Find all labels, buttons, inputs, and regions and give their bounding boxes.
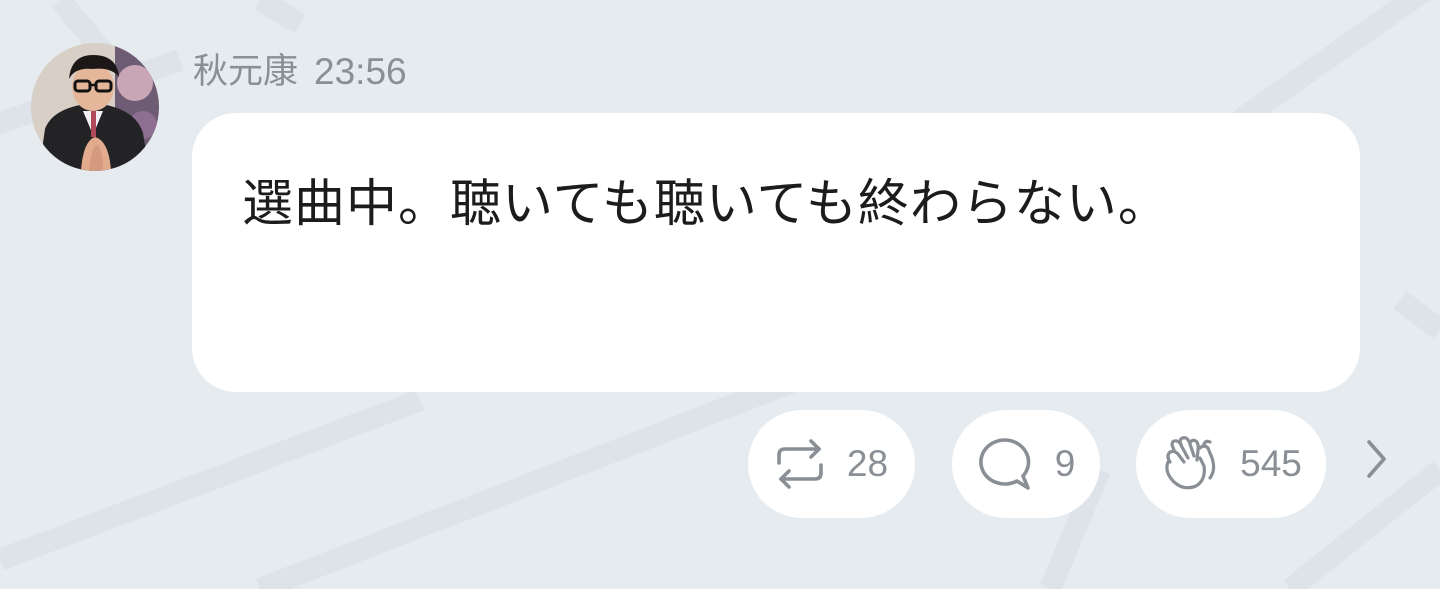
- author-name[interactable]: 秋元康: [193, 50, 298, 94]
- message-bubble: 選曲中。聴いても聴いても終わらない。: [192, 113, 1360, 392]
- comment-button[interactable]: 9: [952, 410, 1100, 518]
- repost-count: 28: [846, 443, 889, 484]
- clap-button[interactable]: 545: [1136, 410, 1326, 518]
- message-text: 選曲中。聴いても聴いても終わらない。: [242, 175, 1170, 234]
- chevron-right-icon: [1363, 438, 1389, 484]
- comment-icon: [977, 436, 1033, 492]
- comment-count: 9: [1054, 443, 1076, 484]
- post-time: 23:56: [314, 51, 407, 92]
- repost-button[interactable]: 28: [748, 410, 915, 518]
- post-meta: 秋元康 23:56: [193, 50, 407, 94]
- repost-icon: [775, 436, 825, 492]
- avatar[interactable]: [31, 43, 159, 171]
- clap-count: 545: [1240, 443, 1302, 484]
- clap-icon: [1160, 436, 1218, 492]
- more-button[interactable]: [1356, 436, 1396, 486]
